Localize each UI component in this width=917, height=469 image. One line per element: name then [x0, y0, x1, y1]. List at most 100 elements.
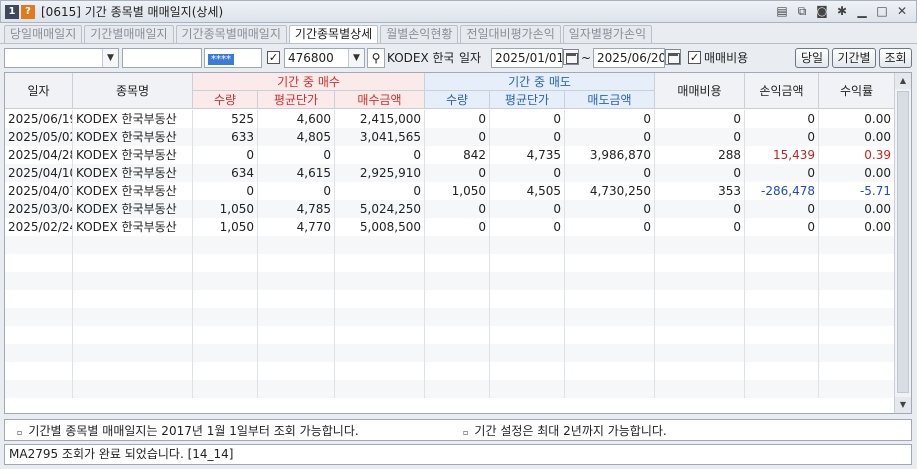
table-row[interactable]: [5, 380, 895, 398]
cell-sm: [565, 380, 655, 398]
close-icon[interactable]: ✕: [894, 3, 910, 19]
search-icon[interactable]: ⚲: [367, 48, 385, 68]
stock-checkbox[interactable]: ✓: [267, 51, 280, 64]
cell-fee: [655, 290, 745, 308]
header-sell-avg[interactable]: 평균단가: [490, 91, 565, 109]
tab-3[interactable]: 기간종목별상세: [288, 25, 379, 44]
header-rate[interactable]: 수익률: [819, 73, 895, 109]
maximize-icon[interactable]: □: [874, 3, 890, 19]
cell-name: [73, 254, 193, 272]
cell-pnl: [745, 344, 819, 362]
scroll-thumb[interactable]: [897, 91, 909, 393]
cell-date: 2025/06/19: [5, 110, 73, 128]
tab-2[interactable]: 기간종목별매매일지: [175, 25, 287, 43]
header-sell-amt[interactable]: 매도금액: [565, 91, 655, 109]
tab-0[interactable]: 당일매매일지: [4, 25, 83, 43]
table-row[interactable]: [5, 344, 895, 362]
table-row[interactable]: 2025/05/02 KODEX 한국부동산 633 4,805 3,041,565 0 0…: [5, 128, 895, 146]
gear-icon[interactable]: ✱: [834, 3, 850, 19]
table-row[interactable]: [5, 236, 895, 254]
cell-sa: [490, 380, 565, 398]
cell-name: [73, 344, 193, 362]
cell-date: [5, 308, 73, 326]
tab-4[interactable]: 월별손익현황: [380, 25, 459, 43]
header-buy-qty[interactable]: 수량: [193, 91, 258, 109]
cell-ba: [258, 236, 335, 254]
doc-icon[interactable]: ▤: [774, 3, 790, 19]
cell-name: [73, 362, 193, 380]
cell-fee: 0: [655, 218, 745, 236]
window-number-badge[interactable]: 1: [5, 4, 19, 19]
stock-code-select[interactable]: 476800 ▼: [284, 48, 365, 68]
table-row[interactable]: [5, 272, 895, 290]
table-row[interactable]: 2025/04/10 KODEX 한국부동산 634 4,615 2,925,910 0 0…: [5, 164, 895, 182]
cell-bm: [335, 290, 425, 308]
cell-date: [5, 380, 73, 398]
camera-icon[interactable]: ◙: [814, 3, 830, 19]
account-select[interactable]: ▼: [4, 48, 119, 68]
header-date[interactable]: 일자: [5, 73, 73, 109]
scroll-up-icon[interactable]: ▲: [895, 73, 911, 89]
table-row[interactable]: [5, 290, 895, 308]
table-row[interactable]: [5, 362, 895, 380]
table-row[interactable]: 2025/03/04 KODEX 한국부동산 1,050 4,785 5,024,250…: [5, 200, 895, 218]
table-row[interactable]: 2025/04/28 KODEX 한국부동산 0 0 0 842 4,735 3,986,87…: [5, 146, 895, 164]
chevron-down-icon[interactable]: ▼: [348, 49, 364, 67]
query-button[interactable]: 조회: [879, 48, 912, 68]
table-row[interactable]: [5, 254, 895, 272]
cell-bq: 1,050: [193, 218, 258, 236]
fee-checkbox[interactable]: ✓: [688, 51, 701, 64]
header-fee[interactable]: 매매비용: [655, 73, 745, 109]
table-row[interactable]: 2025/04/07 KODEX 한국부동산 0 0 0 1,050 4,505 4,730,…: [5, 182, 895, 200]
cell-bm: [335, 326, 425, 344]
tab-1[interactable]: 기간별매매일지: [84, 25, 174, 43]
cell-pnl: 0: [745, 200, 819, 218]
cell-sa: 4,505: [490, 182, 565, 200]
password-field[interactable]: ****: [204, 48, 262, 68]
header-buy-amt[interactable]: 매수금액: [335, 91, 425, 109]
cell-pnl: 0: [745, 110, 819, 128]
today-button[interactable]: 당일: [795, 48, 829, 68]
table-row[interactable]: 2025/02/24 KODEX 한국부동산 1,050 4,770 5,008,500…: [5, 218, 895, 236]
notice-right-text: 기간 설정은 최대 2년까지 가능합니다.: [474, 424, 667, 438]
table-row[interactable]: [5, 326, 895, 344]
cell-name: [73, 272, 193, 290]
cell-ba: [258, 380, 335, 398]
cell-bq: [193, 308, 258, 326]
cell-sq: [425, 272, 490, 290]
date-to-input[interactable]: 2025/06/20: [593, 48, 665, 68]
header-sell-qty[interactable]: 수량: [425, 91, 490, 109]
chevron-down-icon[interactable]: ▼: [102, 49, 118, 67]
header-name[interactable]: 종목명: [73, 73, 193, 109]
cell-rate: [819, 272, 895, 290]
header-pnl[interactable]: 손익금액: [745, 73, 819, 109]
cell-ba: [258, 344, 335, 362]
copy-icon[interactable]: ⧉: [794, 3, 810, 19]
minimize-icon[interactable]: ▁: [854, 3, 870, 19]
scroll-down-icon[interactable]: ▼: [895, 397, 911, 413]
cell-sm: [565, 362, 655, 380]
cell-date: [5, 326, 73, 344]
cell-name: KODEX 한국부동산: [73, 164, 193, 182]
status-bar: MA2795 조회가 완료 되었습니다. [14_14]: [4, 444, 912, 465]
cell-ba: 0: [258, 146, 335, 164]
table-row[interactable]: 2025/06/19 KODEX 한국부동산 525 4,600 2,415,000 0 0…: [5, 110, 895, 128]
tab-5[interactable]: 전일대비평가손익: [460, 25, 561, 43]
period-button[interactable]: 기간별: [832, 48, 876, 68]
tab-6[interactable]: 일자별평가손익: [562, 25, 653, 43]
table-row[interactable]: [5, 308, 895, 326]
calendar-icon[interactable]: [665, 49, 681, 65]
tab-divider: [0, 43, 917, 44]
cell-sq: 0: [425, 218, 490, 236]
cell-sq: [425, 308, 490, 326]
header-buy-avg[interactable]: 평균단가: [258, 91, 335, 109]
cell-bm: 2,415,000: [335, 110, 425, 128]
window-tools: ▤ ⧉ ◙ ✱ ▁ □ ✕: [774, 3, 910, 19]
date-from-input[interactable]: 2025/01/01: [491, 48, 563, 68]
vertical-scrollbar[interactable]: ▲ ▼: [894, 73, 911, 413]
calendar-icon[interactable]: [563, 49, 579, 65]
help-badge[interactable]: ?: [21, 4, 35, 19]
cell-date: [5, 344, 73, 362]
cell-sa: [490, 308, 565, 326]
cell-bm: 2,925,910: [335, 164, 425, 182]
